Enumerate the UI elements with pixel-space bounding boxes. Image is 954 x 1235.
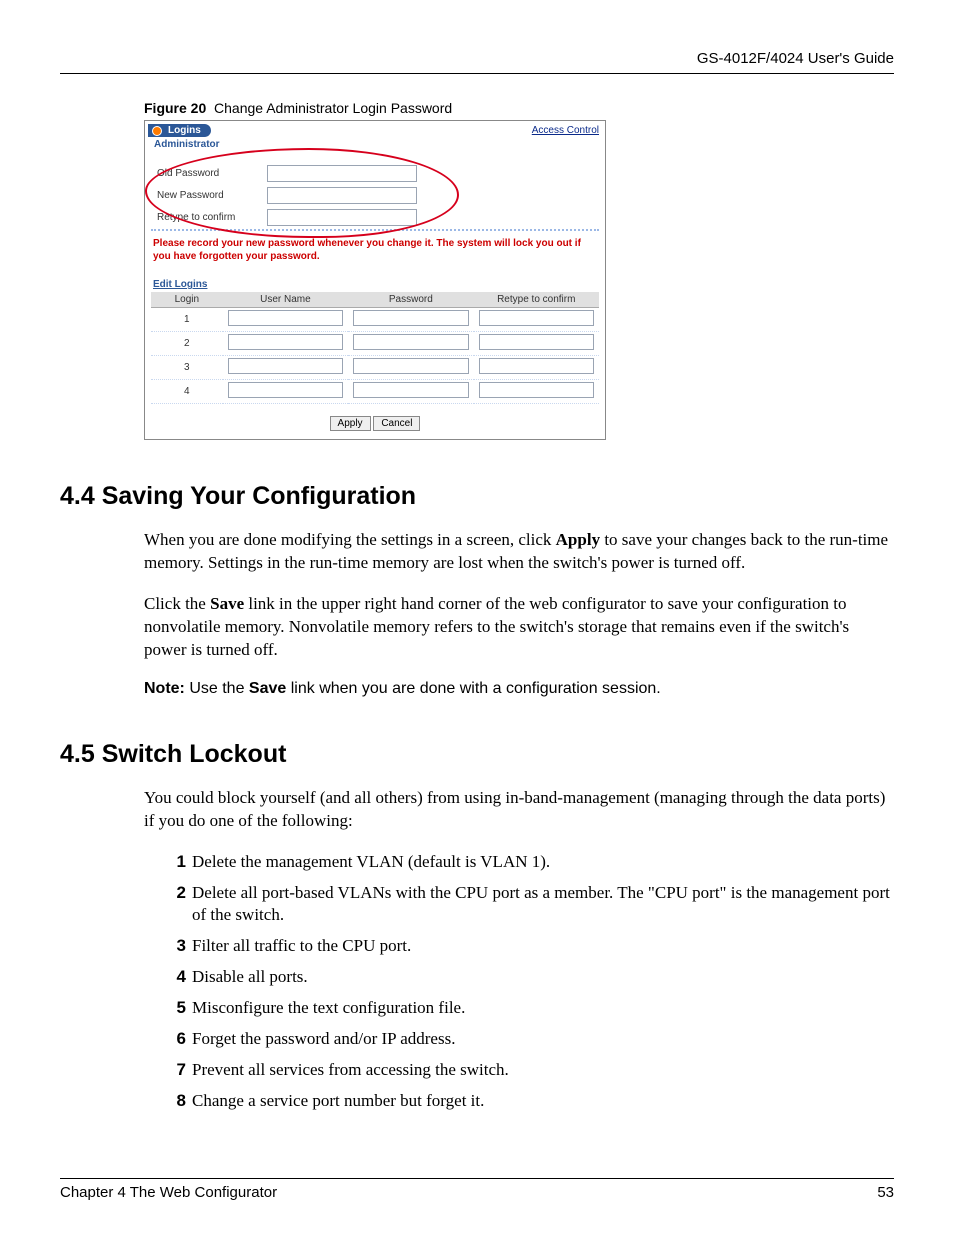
edit-logins-heading: Edit Logins [145,265,605,292]
item-number: 4 [166,966,186,989]
password-warning: Please record your new password whenever… [145,231,605,265]
footer-chapter: Chapter 4 The Web Configurator [60,1184,277,1201]
note-paragraph: Note: Use the Save link when you are don… [144,680,894,698]
note-label: Note: [144,680,185,697]
new-password-input[interactable] [267,187,417,204]
table-row: 1 [151,308,599,332]
item-text: Filter all traffic to the CPU port. [192,935,411,958]
item-number: 6 [166,1028,186,1051]
retype-password-label: Retype to confirm [155,212,267,223]
edit-logins-table: Login User Name Password Retype to confi… [151,292,599,404]
text: When you are done modifying the settings… [144,530,556,549]
old-password-label: Old Password [155,168,267,179]
password-input[interactable] [353,382,468,398]
list-item: 8 Change a service port number but forget… [166,1090,894,1113]
item-number: 1 [166,851,186,874]
password-input[interactable] [353,310,468,326]
list-item: 2Delete all port-based VLANs with the CP… [166,882,894,928]
username-input[interactable] [228,382,343,398]
item-number: 2 [166,882,186,928]
retype-input[interactable] [479,358,594,374]
username-input[interactable] [228,334,343,350]
cancel-button[interactable]: Cancel [373,416,420,431]
login-id: 1 [151,308,223,332]
text: Use the [185,680,249,697]
logins-tab-label: Logins [168,125,201,136]
item-text: Disable all ports. [192,966,308,989]
table-row: 3 [151,356,599,380]
lockout-list: 1 Delete the management VLAN (default is … [166,851,894,1113]
figure-caption: Figure 20 Change Administrator Login Pas… [144,100,894,116]
item-text: Delete all port-based VLANs with the CPU… [192,882,894,928]
item-number: 8 [166,1090,186,1113]
password-input[interactable] [353,334,468,350]
logins-tab[interactable]: Logins [148,124,211,137]
retype-input[interactable] [479,334,594,350]
tab-dot-icon [152,126,162,136]
password-screenshot: Logins Administrator Access Control Old … [144,120,606,440]
body-paragraph: You could block yourself (and all others… [144,787,894,833]
col-login: Login [151,292,223,308]
text: link in the upper right hand corner of t… [144,594,849,659]
retype-input[interactable] [479,382,594,398]
item-text: Misconfigure the text configuration file… [192,997,465,1020]
text: Click the [144,594,210,613]
col-user: User Name [223,292,348,308]
item-text: Prevent all services from accessing the … [192,1059,509,1082]
bold-save: Save [210,594,244,613]
body-paragraph: Click the Save link in the upper right h… [144,593,894,662]
password-input[interactable] [353,358,468,374]
item-number: 7 [166,1059,186,1082]
figure-label: Figure 20 [144,100,206,116]
login-id: 4 [151,380,223,404]
old-password-input[interactable] [267,165,417,182]
bold-apply: Apply [556,530,600,549]
item-text: Forget the password and/or IP address. [192,1028,455,1051]
section-4-4-heading: 4.4 Saving Your Configuration [60,482,894,511]
item-number: 3 [166,935,186,958]
list-item: 6 Forget the password and/or IP address. [166,1028,894,1051]
section-4-5-heading: 4.5 Switch Lockout [60,740,894,769]
table-row: 4 [151,380,599,404]
figure-caption-text: Change Administrator Login Password [214,100,452,116]
new-password-label: New Password [155,190,267,201]
username-input[interactable] [228,310,343,326]
access-control-link[interactable]: Access Control [532,124,599,136]
text: link when you are done with a configurat… [286,680,660,697]
list-item: 3 Filter all traffic to the CPU port. [166,935,894,958]
running-header: GS-4012F/4024 User's Guide [60,50,894,67]
list-item: 5 Misconfigure the text configuration fil… [166,997,894,1020]
item-text: Delete the management VLAN (default is V… [192,851,550,874]
bold-save: Save [249,680,286,697]
administrator-label: Administrator [154,139,220,150]
list-item: 7 Prevent all services from accessing the… [166,1059,894,1082]
item-text: Change a service port number but forget … [192,1090,484,1113]
footer-rule [60,1178,894,1179]
table-row: 2 [151,332,599,356]
item-number: 5 [166,997,186,1020]
body-paragraph: When you are done modifying the settings… [144,529,894,575]
col-retype: Retype to confirm [474,292,599,308]
list-item: 1 Delete the management VLAN (default is … [166,851,894,874]
footer-page-number: 53 [877,1184,894,1201]
login-id: 2 [151,332,223,356]
login-id: 3 [151,356,223,380]
retype-input[interactable] [479,310,594,326]
retype-password-input[interactable] [267,209,417,226]
table-header-row: Login User Name Password Retype to confi… [151,292,599,308]
list-item: 4 Disable all ports. [166,966,894,989]
apply-button[interactable]: Apply [330,416,371,431]
header-rule [60,73,894,74]
username-input[interactable] [228,358,343,374]
col-password: Password [348,292,473,308]
